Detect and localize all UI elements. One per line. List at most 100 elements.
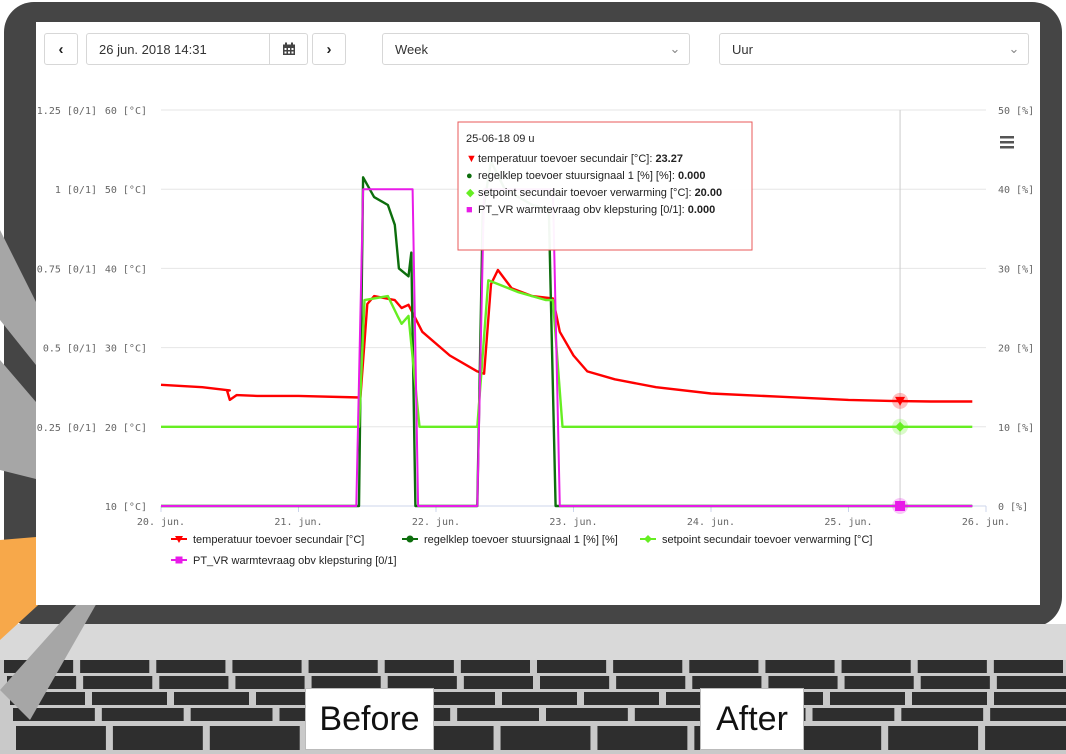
keyboard-key	[901, 708, 984, 721]
keyboard-key	[985, 726, 1066, 750]
legend-label: temperatuur toevoer secundair [°C]	[193, 534, 364, 546]
keyboard-key	[83, 676, 153, 689]
keyboard-key	[996, 676, 1066, 689]
keyboard-key	[830, 692, 905, 705]
y-tick-percent: 30 [%]	[998, 264, 1034, 275]
legend-item[interactable]: PT_VR warmtevraag obv klepsturing [0/1]	[171, 555, 397, 567]
caption-before: Before	[305, 688, 434, 750]
x-tick-label: 20. jun.	[137, 517, 185, 528]
interval-value: Uur	[732, 41, 753, 57]
keyboard-key	[112, 726, 203, 750]
keyboard-key	[101, 708, 184, 721]
y-tick-temp: 10 [°C]	[105, 502, 147, 513]
menu-icon	[1000, 136, 1014, 139]
x-tick-label: 26. jun.	[962, 517, 1010, 528]
chevron-left-icon: ‹	[58, 40, 64, 58]
legend-item[interactable]: temperatuur toevoer secundair [°C]	[171, 534, 364, 546]
keyboard-key	[812, 708, 895, 721]
keyboard-key	[463, 676, 533, 689]
keyboard-key	[308, 660, 378, 673]
calendar-button[interactable]	[269, 34, 307, 64]
keyboard-key	[537, 660, 607, 673]
caption-after: After	[700, 688, 804, 750]
legend-marker	[644, 535, 652, 543]
tooltip-row-label: setpoint secundair toevoer verwarming [°…	[478, 187, 695, 199]
keyboard-key	[546, 708, 628, 721]
chevron-down-icon: ⌄	[1008, 41, 1020, 56]
x-tick-label: 21. jun.	[274, 517, 322, 528]
chevron-down-icon: ⌄	[669, 41, 681, 56]
keyboard-key	[791, 726, 882, 750]
keyboard-key	[616, 676, 686, 689]
keyboard-key	[597, 726, 688, 750]
y-tick-temp: 30 [°C]	[105, 344, 147, 355]
caption-after-text: After	[716, 699, 788, 738]
x-tick-label: 23. jun.	[549, 517, 597, 528]
chevron-right-icon: ›	[326, 40, 332, 58]
x-tick-label: 22. jun.	[412, 517, 460, 528]
keyboard-key	[500, 726, 591, 750]
legend[interactable]: temperatuur toevoer secundair [°C] regelk…	[171, 534, 872, 567]
date-input[interactable]: 26 jun. 2018 14:31	[86, 33, 308, 65]
interval-select[interactable]: Uur ⌄	[719, 33, 1029, 65]
y-tick-temp: 20 [°C]	[105, 423, 147, 434]
y-tick-ratio: 0.25 [0/1]	[37, 423, 97, 434]
legend-item[interactable]: setpoint secundair toevoer verwarming [°…	[640, 534, 872, 546]
period-select[interactable]: Week ⌄	[382, 33, 690, 65]
keyboard-key	[689, 660, 759, 673]
legend-label: setpoint secundair toevoer verwarming [°…	[662, 534, 872, 546]
legend-label: regelklep toevoer stuursignaal 1 [%] [%]	[424, 534, 618, 546]
tooltip: 25-06-18 09 u ▼ temperatuur toevoer secund…	[457, 121, 753, 251]
laptop-hinge	[0, 624, 1066, 660]
y-tick-ratio: 0.5 [0/1]	[43, 344, 97, 355]
tooltip-marker: ◆	[466, 187, 475, 199]
tooltip-marker: ●	[466, 170, 473, 182]
keyboard-key	[156, 660, 226, 673]
tooltip-title: 25-06-18 09 u	[466, 133, 535, 145]
series-line-0	[160, 268, 973, 403]
keyboard-key	[159, 676, 229, 689]
hover-marker	[895, 501, 906, 511]
keyboard-key	[888, 726, 979, 750]
tooltip-row: setpoint secundair toevoer verwarming [°…	[478, 187, 722, 199]
legend-marker	[175, 556, 183, 564]
prev-button[interactable]: ‹	[44, 33, 78, 65]
keyboard-key	[232, 660, 302, 673]
tooltip-row-label: regelklep toevoer stuursignaal 1 [%] [%]…	[478, 170, 678, 182]
tooltip-marker: ■	[466, 204, 473, 216]
y-tick-temp: 50 [°C]	[105, 185, 147, 196]
keyboard-key	[174, 692, 249, 705]
keyboard-key	[844, 676, 914, 689]
y-tick-percent: 20 [%]	[998, 344, 1034, 355]
keyboard-key	[16, 726, 106, 750]
crosshair	[892, 110, 909, 514]
keyboard-key	[994, 692, 1066, 705]
keyboard-key	[235, 676, 305, 689]
keyboard-key	[917, 660, 987, 673]
chart: 10 [°C] 20 [°C] 30 [°C] 40 [°C] 50 [°C] 60 [°…	[37, 106, 1034, 567]
legend-item[interactable]: regelklep toevoer stuursignaal 1 [%] [%]	[402, 534, 618, 546]
keyboard-key	[457, 708, 539, 721]
keyboard-key	[990, 708, 1066, 721]
y-tick-percent: 10 [%]	[998, 423, 1034, 434]
chart-menu-button[interactable]	[998, 132, 1018, 152]
tooltip-row-value: 0.000	[688, 204, 716, 216]
y-tick-percent: 50 [%]	[998, 106, 1034, 117]
keyboard-key	[80, 660, 150, 673]
keyboard-key	[190, 708, 273, 721]
x-tick-label: 25. jun.	[824, 517, 872, 528]
keyboard-key	[584, 692, 659, 705]
y-tick-ratio: 0.75 [0/1]	[37, 264, 97, 275]
keyboard-key	[841, 660, 911, 673]
keyboard-key	[613, 660, 683, 673]
keyboard-key	[540, 676, 610, 689]
y-tick-temp: 60 [°C]	[105, 106, 147, 117]
laptop-mockup: ‹ 26 jun. 2018 14:31 › Week ⌄ Uur ⌄ 10 […	[0, 0, 1066, 754]
keyboard-key	[765, 660, 835, 673]
tooltip-row-value: 20.00	[695, 187, 723, 199]
legend-marker	[406, 535, 414, 543]
next-button[interactable]: ›	[312, 33, 346, 65]
calendar-icon	[282, 42, 295, 55]
legend-label: PT_VR warmtevraag obv klepsturing [0/1]	[193, 555, 397, 567]
app-screen: ‹ 26 jun. 2018 14:31 › Week ⌄ Uur ⌄ 10 […	[36, 22, 1040, 605]
